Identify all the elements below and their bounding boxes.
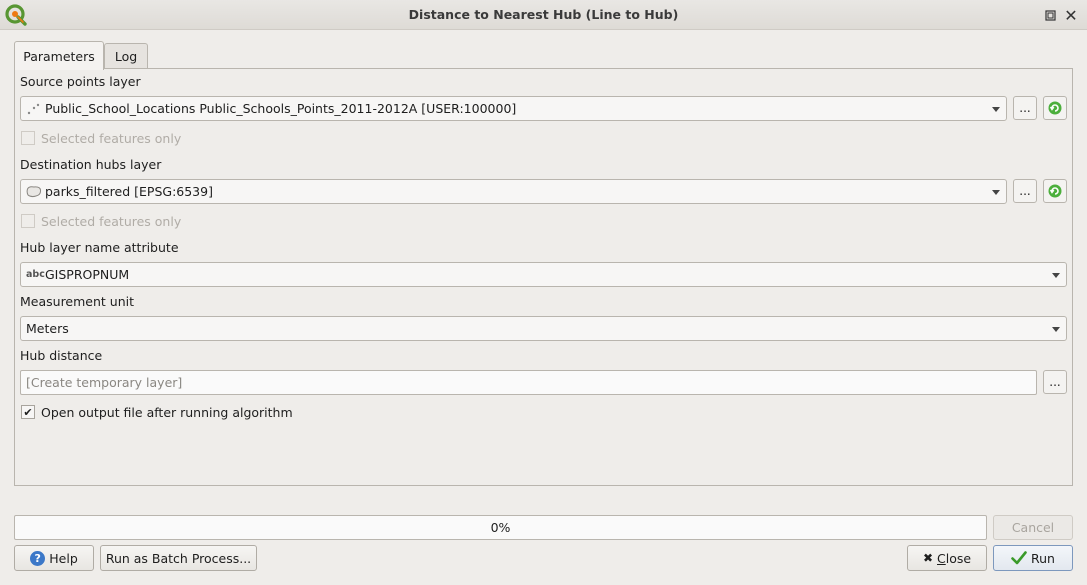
measurement-unit-combo[interactable]: Meters: [20, 316, 1067, 341]
hub-name-attr-combo[interactable]: abc GISPROPNUM: [20, 262, 1067, 287]
chevron-down-icon: [1052, 327, 1060, 332]
run-batch-button-label: Run as Batch Process...: [105, 550, 252, 566]
source-points-label: Source points layer: [20, 74, 141, 89]
destination-hubs-iterate-button[interactable]: [1043, 179, 1067, 203]
source-points-iterate-button[interactable]: [1043, 96, 1067, 120]
source-selected-only-label: Selected features only: [41, 130, 182, 146]
tab-parameters[interactable]: Parameters: [14, 41, 104, 70]
checkbox-box: [21, 131, 35, 145]
checkmark-icon: [1011, 551, 1027, 565]
checkbox-box: [21, 214, 35, 228]
source-points-browse-button[interactable]: ...: [1013, 96, 1037, 120]
destination-selected-only-checkbox[interactable]: Selected features only: [20, 213, 181, 229]
hub-distance-browse-button[interactable]: ...: [1043, 370, 1067, 394]
progress-bar: 0%: [14, 515, 987, 540]
chevron-down-icon: [1052, 273, 1060, 278]
chevron-down-icon: [992, 107, 1000, 112]
refresh-icon: [1048, 184, 1062, 198]
polygon-layer-icon: [26, 186, 42, 198]
dialog-window: Distance to Nearest Hub (Line to Hub) ✕ …: [0, 0, 1087, 585]
run-batch-button[interactable]: Run as Batch Process...: [100, 545, 257, 571]
checkmark-icon: ✔: [21, 405, 35, 419]
source-points-combo[interactable]: Public_School_Locations Public_Schools_P…: [20, 96, 1007, 121]
help-icon: ?: [30, 550, 46, 566]
close-rest: lose: [945, 550, 972, 566]
string-field-icon: abc: [26, 269, 45, 280]
close-window-icon[interactable]: ✕: [1063, 6, 1079, 25]
destination-hubs-browse-button[interactable]: ...: [1013, 179, 1037, 203]
open-output-checkbox[interactable]: ✔ Open output file after running algorit…: [20, 404, 293, 420]
progress-text: 0%: [490, 520, 511, 535]
hub-distance-label: Hub distance: [20, 348, 103, 363]
destination-hubs-label: Destination hubs layer: [20, 157, 162, 172]
destination-selected-only-label: Selected features only: [41, 213, 182, 229]
title-bar: Distance to Nearest Hub (Line to Hub) ✕: [0, 0, 1087, 30]
close-button-label: Close: [937, 551, 971, 566]
hub-name-attr-value: GISPROPNUM: [45, 267, 130, 282]
close-x-icon: ✖: [922, 551, 933, 565]
point-layer-icon: [27, 103, 40, 115]
cancel-button[interactable]: Cancel: [993, 515, 1073, 540]
open-output-label: Open output file after running algorithm: [41, 404, 293, 420]
run-button-label: Run: [1031, 550, 1055, 566]
hub-distance-output-field[interactable]: [20, 370, 1037, 395]
measurement-unit-label: Measurement unit: [20, 294, 135, 309]
destination-hubs-value: parks_filtered [EPSG:6539]: [45, 184, 213, 199]
cancel-button-label: Cancel: [1011, 520, 1055, 535]
tab-log-label: Log: [114, 49, 138, 64]
maximize-icon[interactable]: [1042, 7, 1058, 23]
window-title: Distance to Nearest Hub (Line to Hub): [408, 7, 679, 22]
run-button[interactable]: Run: [993, 545, 1073, 571]
measurement-unit-value: Meters: [26, 321, 69, 336]
hub-name-attr-label: Hub layer name attribute: [20, 240, 179, 255]
source-selected-only-checkbox[interactable]: Selected features only: [20, 130, 181, 146]
tab-parameters-label: Parameters: [23, 48, 95, 64]
help-button[interactable]: ? Help: [14, 545, 94, 571]
source-points-value: Public_School_Locations Public_Schools_P…: [45, 101, 517, 116]
close-button[interactable]: ✖ Close: [907, 545, 987, 571]
hub-distance-input[interactable]: [21, 371, 1036, 394]
tab-log[interactable]: Log: [104, 43, 148, 69]
close-mnemonic: C: [937, 550, 946, 566]
help-button-label: Help: [49, 550, 78, 566]
destination-hubs-combo[interactable]: parks_filtered [EPSG:6539]: [20, 179, 1007, 204]
chevron-down-icon: [992, 190, 1000, 195]
refresh-icon: [1048, 101, 1062, 115]
